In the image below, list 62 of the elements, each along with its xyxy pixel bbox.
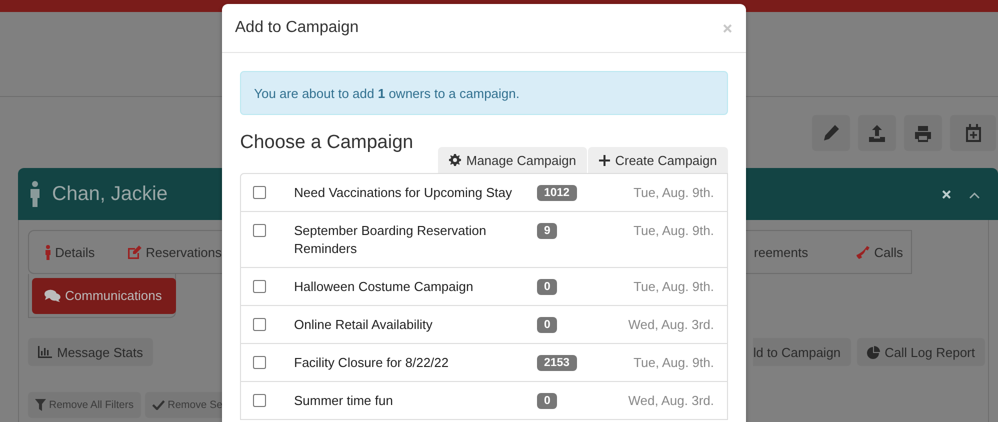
checkbox[interactable] <box>253 224 266 237</box>
campaign-date: Tue, Aug. 9th. <box>634 222 714 240</box>
plus-icon <box>599 154 610 166</box>
call-log-report-button[interactable]: Call Log Report <box>856 338 985 366</box>
count-badge: 0 <box>537 279 558 295</box>
comments-icon <box>44 289 61 302</box>
remove-selection-button[interactable]: Remove Se <box>144 392 222 418</box>
count-badge: 9 <box>537 223 558 239</box>
pencil-icon <box>822 124 840 142</box>
funnel-icon <box>35 399 46 411</box>
campaign-date: Wed, Aug. 3rd. <box>628 392 714 410</box>
gear-icon <box>449 154 462 166</box>
campaign-name: September Boarding Reservation Reminders <box>294 222 488 258</box>
checkbox[interactable] <box>253 186 266 199</box>
print-button[interactable] <box>904 115 942 151</box>
create-campaign-button[interactable]: Create Campaign <box>588 147 728 173</box>
calendar-plus-icon <box>966 124 980 142</box>
campaign-name: Online Retail Availability <box>294 316 434 334</box>
person-icon <box>45 244 51 260</box>
count-badge: 0 <box>537 317 558 333</box>
tab[interactable]: Communications <box>32 278 176 314</box>
person-icon <box>30 181 40 207</box>
tab[interactable]: Reservations <box>126 234 222 270</box>
tab[interactable]: Details <box>45 234 95 270</box>
campaign-date: Tue, Aug. 9th. <box>634 184 714 202</box>
campaign-name: Halloween Costume Campaign <box>294 278 474 296</box>
phone-icon <box>856 245 870 259</box>
tab[interactable]: Calls <box>856 234 903 270</box>
count-badge: 0 <box>537 393 558 409</box>
owner-name: Chan, Jackie <box>52 182 168 206</box>
printer-icon <box>914 124 932 142</box>
campaign-name: Facility Closure for 8/22/22 <box>294 354 450 372</box>
remove-filters-button[interactable]: Remove All Filters <box>28 392 141 418</box>
caret-up-icon <box>969 192 980 198</box>
add-to-campaign-button[interactable]: ld to Campaign <box>753 338 851 366</box>
checkbox[interactable] <box>253 394 266 407</box>
pie-chart-icon <box>866 346 880 358</box>
close-icon <box>942 190 951 198</box>
campaign-date: Tue, Aug. 9th. <box>634 354 714 372</box>
checkbox[interactable] <box>253 318 266 331</box>
campaign-name: Need Vaccinations for Upcoming Stay <box>294 184 513 202</box>
campaign-name: Summer time fun <box>294 392 394 410</box>
message-stats-button[interactable]: Message Stats <box>28 338 153 366</box>
close-icon <box>723 24 732 33</box>
count-badge: 2153 <box>537 355 577 371</box>
add-event-button[interactable] <box>950 115 996 151</box>
bar-chart-icon <box>38 346 52 358</box>
count-badge: 1012 <box>537 185 577 201</box>
upload-button[interactable] <box>858 115 896 151</box>
campaign-date: Tue, Aug. 9th. <box>634 278 714 296</box>
section-heading: Choose a Campaign <box>240 131 414 155</box>
checkbox[interactable] <box>253 280 266 293</box>
edit-icon <box>126 245 142 259</box>
check-icon <box>152 400 165 410</box>
dialog-title: Add to Campaign <box>235 19 359 37</box>
alert-message: You are about to add 1 owners to a campaign. <box>254 86 520 100</box>
edit-button[interactable] <box>812 115 850 151</box>
checkbox[interactable] <box>253 356 266 369</box>
campaign-date: Wed, Aug. 3rd. <box>628 316 714 334</box>
upload-icon <box>868 124 886 142</box>
manage-campaign-button[interactable]: Manage Campaign <box>438 147 588 173</box>
tab[interactable]: reements <box>754 234 808 270</box>
